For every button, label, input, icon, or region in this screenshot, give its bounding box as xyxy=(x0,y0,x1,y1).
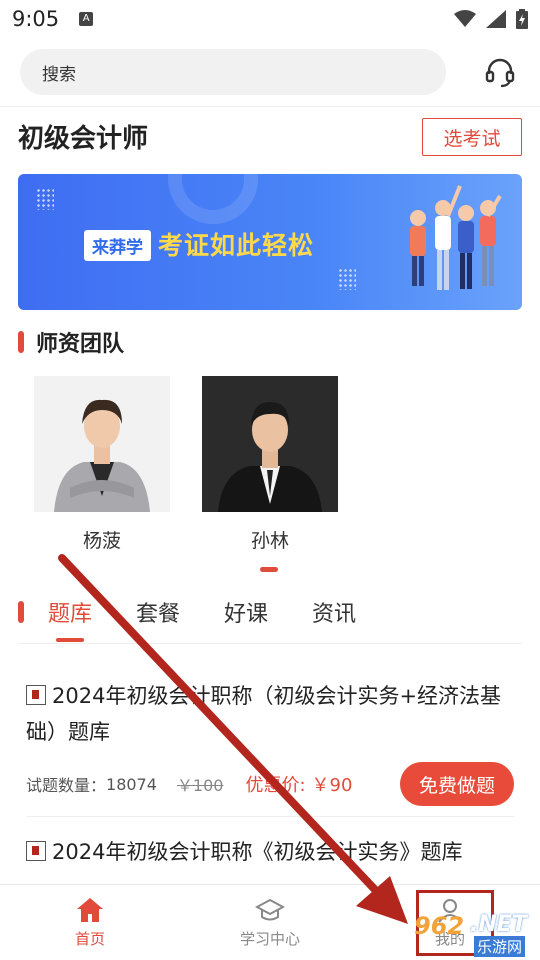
watermark-domain: .NET xyxy=(470,912,527,937)
teacher-photo xyxy=(34,376,170,512)
question-count-label: 试题数量： xyxy=(26,776,107,795)
question-bank-card[interactable]: 2024年初级会计职称（初级会计实务+经济法基础）题库 试题数量： 18074 … xyxy=(26,678,514,806)
banner-decoration xyxy=(168,174,258,224)
watermark-site: 乐游网 xyxy=(474,936,526,957)
content-tabs: 题库 套餐 好课 资讯 xyxy=(18,596,400,642)
section-marker xyxy=(18,331,24,353)
teacher-photo xyxy=(202,376,338,512)
nav-learning-center[interactable]: 学习中心 xyxy=(180,885,360,960)
teacher-name: 孙林 xyxy=(250,530,289,552)
question-bank-title-row: 2024年初级会计职称《初级会计实务》题库 xyxy=(26,834,514,870)
teachers-section-header: 师资团队 xyxy=(18,326,124,358)
home-icon xyxy=(77,898,103,922)
notification-a-icon: A xyxy=(79,12,94,26)
original-price: ￥100 xyxy=(176,776,224,795)
watermark-brand: 962 xyxy=(414,912,465,940)
page-title: 初级会计师 xyxy=(18,124,149,154)
question-bank-title-row: 2024年初级会计职称（初级会计实务+经济法基础）题库 xyxy=(26,678,514,750)
teacher-card[interactable]: 孙林 xyxy=(202,376,338,553)
sale-price: ￥90 xyxy=(311,775,353,796)
status-time: 9:05 xyxy=(12,7,60,31)
search-row: 搜索 xyxy=(20,48,520,96)
question-bank-meta: 试题数量： 18074 ￥100 优惠价: ￥90 免费做题 xyxy=(26,762,514,806)
tab-packages[interactable]: 套餐 xyxy=(136,596,180,628)
sale-price-label: 优惠价: xyxy=(245,775,306,796)
banner-dots xyxy=(338,268,356,290)
teacher-card[interactable]: 杨菠 xyxy=(34,376,170,553)
question-bank-title: 2024年初级会计职称（初级会计实务+经济法基础）题库 xyxy=(26,684,502,744)
wifi-icon xyxy=(454,10,476,27)
battery-icon xyxy=(516,9,528,29)
site-watermark: 962 .NET 乐游网 xyxy=(400,910,540,958)
tab-courses[interactable]: 好课 xyxy=(224,596,268,628)
nav-learning-center-label: 学习中心 xyxy=(239,930,300,948)
card-divider xyxy=(26,816,514,817)
question-bank-card[interactable]: 2024年初级会计职称《初级会计实务》题库 xyxy=(26,834,514,870)
banner-dots xyxy=(36,188,54,210)
select-exam-button[interactable]: 选考试 xyxy=(422,118,522,156)
status-bar: 9:05 A xyxy=(0,0,540,38)
tab-news[interactable]: 资讯 xyxy=(312,596,356,628)
question-count: 18074 xyxy=(106,774,157,794)
banner-brand: 来莽学 xyxy=(84,230,151,261)
search-input[interactable]: 搜索 xyxy=(20,49,446,95)
signal-icon xyxy=(486,10,506,28)
nav-home[interactable]: 首页 xyxy=(0,885,180,960)
tabs-divider xyxy=(18,643,522,644)
question-bank-icon xyxy=(26,685,46,705)
banner-slogan: 考证如此轻松 xyxy=(158,231,315,260)
carousel-indicator xyxy=(260,567,278,572)
teachers-section-title: 师资团队 xyxy=(36,332,125,357)
customer-service-icon[interactable] xyxy=(480,52,520,92)
question-bank-title: 2024年初级会计职称《初级会计实务》题库 xyxy=(52,840,463,864)
banner-people-illustration xyxy=(410,185,502,290)
question-bank-icon xyxy=(26,841,46,861)
promo-banner[interactable]: 来莽学 考证如此轻松 xyxy=(18,174,522,310)
graduation-cap-icon xyxy=(255,898,285,921)
tab-question-bank[interactable]: 题库 xyxy=(48,596,92,642)
section-marker xyxy=(18,601,24,623)
nav-home-label: 首页 xyxy=(74,930,105,948)
search-placeholder: 搜索 xyxy=(42,64,76,85)
header-divider xyxy=(0,106,540,107)
free-practice-button[interactable]: 免费做题 xyxy=(400,762,514,806)
teacher-name: 杨菠 xyxy=(82,530,121,552)
